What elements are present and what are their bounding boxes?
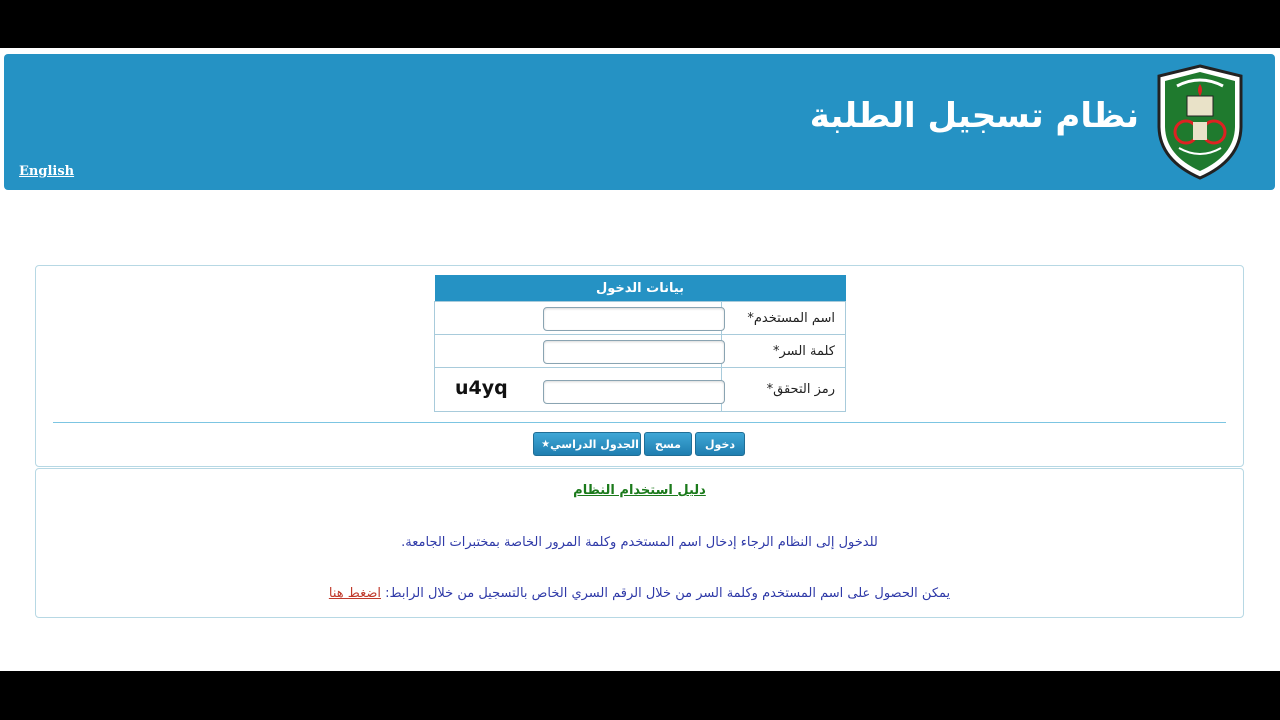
click-here-link[interactable]: اضغط هنا [329, 586, 381, 601]
captcha-code: u4yq [455, 377, 508, 399]
login-button[interactable]: دخول [695, 432, 745, 456]
guide-credentials-prefix: يمكن الحصول على اسم المستخدم وكلمة السر … [385, 586, 951, 601]
password-input[interactable] [543, 340, 725, 364]
guide-title: دليل استخدام النظام [573, 483, 706, 498]
page: English نظام تسجيل الطلبة بيانات الدخول … [0, 48, 1280, 671]
header-banner: English نظام تسجيل الطلبة [4, 54, 1275, 190]
guide-credentials-text: يمكن الحصول على اسم المستخدم وكلمة السر … [36, 586, 1243, 601]
captcha-label: رمز التحقق* [721, 367, 846, 412]
schedule-button[interactable]: الجدول الدراسي ★ [533, 432, 641, 456]
login-table-title: بيانات الدخول [434, 275, 846, 302]
captcha-input[interactable] [543, 380, 725, 404]
login-panel: بيانات الدخول اسم المستخدم* كلمة السر* ر… [35, 265, 1244, 467]
clear-button[interactable]: مسح [644, 432, 692, 456]
password-label: كلمة السر* [721, 334, 846, 368]
captcha-cell: u4yq [434, 367, 725, 412]
username-label: اسم المستخدم* [721, 301, 846, 335]
form-divider [53, 422, 1226, 423]
guide-instruction-text: للدخول إلى النظام الرجاء إدخال اسم المست… [401, 535, 878, 550]
guide-panel: دليل استخدام النظام للدخول إلى النظام ال… [35, 468, 1244, 618]
username-input[interactable] [543, 307, 725, 331]
university-crest-icon [1157, 64, 1243, 180]
schedule-button-label: الجدول الدراسي [550, 437, 639, 451]
star-icon: ★ [541, 438, 551, 450]
site-title: نظام تسجيل الطلبة [809, 96, 1139, 136]
password-cell [434, 334, 725, 368]
login-form-table: بيانات الدخول اسم المستخدم* كلمة السر* ر… [434, 275, 846, 412]
username-cell [434, 301, 725, 335]
english-language-link[interactable]: English [19, 164, 74, 179]
